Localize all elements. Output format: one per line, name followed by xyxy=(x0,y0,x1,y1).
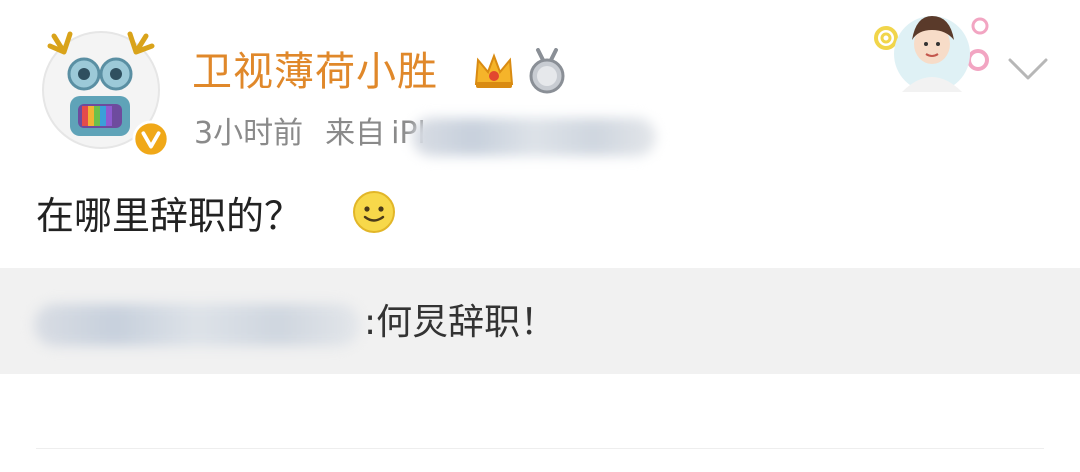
weibo-post: 卫视薄荷小胜 3小时前 来自 iPl 在哪里辞职的？ :何炅辞职！ xyxy=(0,0,1080,472)
verified-v-icon xyxy=(132,120,170,158)
quoted-text: :何炅辞职！ xyxy=(364,302,557,343)
author-name[interactable]: 卫视薄荷小胜 xyxy=(192,44,438,100)
post-meta: 3小时前 来自 iPl xyxy=(194,112,448,156)
chevron-down-icon[interactable] xyxy=(1004,52,1052,84)
blurred-source xyxy=(412,118,656,156)
post-divider xyxy=(36,448,1044,449)
smile-emoji-icon xyxy=(353,191,395,233)
post-time: 3小时前 xyxy=(194,116,304,151)
crown-badge-icon[interactable] xyxy=(470,46,518,94)
medal-badge-icon[interactable] xyxy=(526,48,568,94)
post-text: 在哪里辞职的？ xyxy=(36,194,303,238)
author-avatar[interactable] xyxy=(36,22,170,158)
decorated-avatar-icon[interactable] xyxy=(872,4,990,96)
post-source-label: 来自 xyxy=(325,116,386,151)
blurred-username xyxy=(34,304,360,346)
